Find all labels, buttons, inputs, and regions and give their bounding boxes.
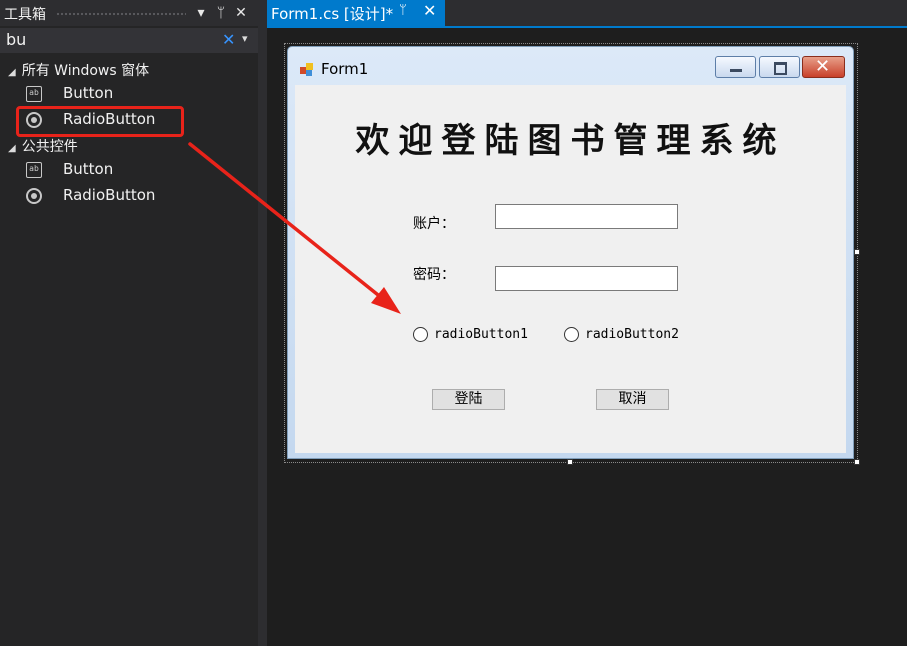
toolbox-item-radiobutton[interactable]: RadioButton — [22, 184, 222, 208]
form-title: Form1 — [321, 60, 369, 78]
collapse-triangle-icon[interactable]: ◢ — [8, 143, 16, 154]
group-label: 所有 Windows 窗体 — [21, 63, 150, 79]
password-label[interactable]: 密码： — [413, 264, 455, 284]
radio-label[interactable]: radioButton2 — [585, 327, 679, 342]
toolbox-title: 工具箱 — [4, 7, 46, 23]
toolbox-item-label: RadioButton — [63, 186, 156, 204]
group-all-windows-forms[interactable]: ◢ 所有 Windows 窗体 — [8, 60, 149, 80]
welcome-heading[interactable]: 欢迎登陆图书管理系统 — [295, 113, 846, 162]
button-control-icon: ab — [26, 86, 42, 102]
close-icon: ✕ — [815, 56, 831, 77]
login-button[interactable]: 登陆 — [432, 389, 505, 410]
toolbox-search-input[interactable]: bu ✕ ▾ — [0, 28, 258, 53]
annotation-highlight-box — [16, 106, 184, 137]
password-textbox[interactable] — [495, 266, 678, 291]
tab-form1-design[interactable]: Form1.cs [设计]* ᛘ ✕ — [267, 0, 445, 26]
resize-handle-right[interactable] — [854, 249, 860, 255]
radio-circle[interactable] — [413, 327, 428, 342]
toolbox-panel: 工具箱 ▾ ᛘ ✕ bu ✕ ▾ ◢ 所有 Windows 窗体 ab Butto… — [0, 0, 258, 646]
form-icon — [300, 63, 314, 77]
account-label[interactable]: 账户： — [413, 213, 455, 233]
close-icon[interactable]: ✕ — [232, 3, 250, 23]
close-button[interactable]: ✕ — [802, 56, 845, 78]
group-label: 公共控件 — [21, 139, 78, 155]
collapse-triangle-icon[interactable]: ◢ — [8, 67, 16, 78]
cancel-button[interactable]: 取消 — [596, 389, 669, 410]
tab-label: Form1.cs [设计]* — [271, 5, 394, 23]
form1-window[interactable]: Form1 ✕ 欢迎登陆图书管理系统 账户： 密码： radioButton1 … — [287, 46, 854, 459]
search-value[interactable]: bu — [6, 30, 26, 49]
toolbox-item-button[interactable]: ab Button — [22, 82, 222, 106]
minimize-button[interactable] — [715, 56, 756, 78]
toolbox-header: 工具箱 ▾ ᛘ ✕ — [0, 0, 258, 26]
toolbox-item-label: Button — [63, 84, 114, 102]
radio-circle[interactable] — [564, 327, 579, 342]
radio-button-control-icon — [26, 188, 42, 204]
group-common-controls[interactable]: ◢ 公共控件 — [8, 136, 78, 156]
form-client-area[interactable]: 欢迎登陆图书管理系统 账户： 密码： radioButton1 radioBut… — [295, 85, 846, 453]
resize-handle-bottom[interactable] — [567, 459, 573, 465]
clear-search-icon[interactable]: ✕ — [222, 30, 235, 49]
radio-label[interactable]: radioButton1 — [434, 327, 528, 342]
search-options-dropdown-icon[interactable]: ▾ — [242, 32, 248, 45]
pin-icon[interactable]: ᛘ — [212, 3, 230, 23]
resize-handle-bottom-right[interactable] — [854, 459, 860, 465]
maximize-button[interactable] — [759, 56, 800, 78]
account-textbox[interactable] — [495, 204, 678, 229]
toolbox-item-button[interactable]: ab Button — [22, 158, 222, 182]
button-control-icon: ab — [26, 162, 42, 178]
panel-splitter[interactable] — [258, 0, 267, 646]
toolbox-item-label: Button — [63, 160, 114, 178]
close-tab-icon[interactable]: ✕ — [423, 1, 436, 20]
pin-tab-icon[interactable]: ᛘ — [399, 3, 407, 18]
window-position-dropdown-icon[interactable]: ▾ — [192, 3, 210, 23]
document-tab-strip: Form1.cs [设计]* ᛘ ✕ — [267, 0, 907, 28]
toolbox-drag-grip[interactable] — [56, 12, 186, 17]
